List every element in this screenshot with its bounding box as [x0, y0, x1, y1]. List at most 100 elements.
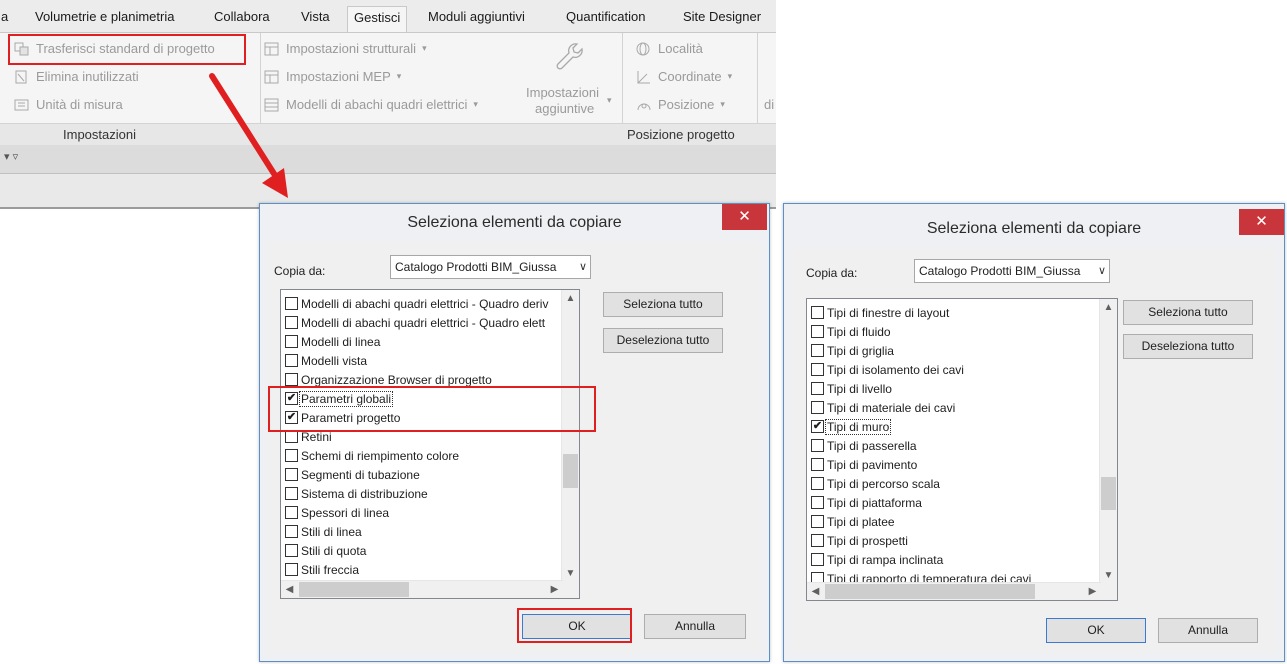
scroll-up-icon[interactable]: ▲	[1100, 299, 1117, 316]
list-item[interactable]: Tipi di passerella	[807, 436, 1032, 455]
list-item[interactable]: Schemi di riempimento colore	[281, 446, 549, 465]
tab-gestisci[interactable]: Gestisci	[347, 6, 408, 32]
scrollbar-thumb[interactable]	[825, 584, 1035, 599]
item-checkbox[interactable]	[811, 344, 824, 357]
project-units-button[interactable]: Unità di misura	[14, 97, 123, 112]
item-label: Tipi di platee	[827, 514, 895, 529]
tab-site-designer[interactable]: Site Designer	[683, 9, 761, 24]
list-item[interactable]: Tipi di isolamento dei cavi	[807, 360, 1032, 379]
list-item[interactable]: Tipi di platee	[807, 512, 1032, 531]
list-item[interactable]: Modelli di abachi quadri elettrici - Qua…	[281, 294, 549, 313]
ok-button[interactable]: OK	[1046, 618, 1146, 643]
list-item[interactable]: Stili di linea	[281, 522, 549, 541]
tab-collabora[interactable]: Collabora	[214, 9, 270, 24]
item-checkbox[interactable]	[285, 544, 298, 557]
purge-unused-button[interactable]: Elimina inutilizzati	[14, 69, 139, 84]
list-item[interactable]: Spessori di linea	[281, 503, 549, 522]
scrollbar-thumb[interactable]	[1101, 477, 1116, 510]
item-checkbox[interactable]	[811, 439, 824, 452]
item-checkbox[interactable]	[285, 316, 298, 329]
list-item[interactable]: Tipi di rampa inclinata	[807, 550, 1032, 569]
item-checkbox[interactable]	[285, 449, 298, 462]
items-listbox[interactable]: Tipi di finestre di layout Tipi di fluido…	[806, 298, 1118, 601]
location-button[interactable]: Località	[636, 41, 703, 56]
panel-schedule-templates-button[interactable]: Modelli di abachi quadri elettrici ▾	[264, 97, 478, 112]
scroll-down-icon[interactable]: ▼	[1100, 567, 1117, 584]
cancel-button[interactable]: Annulla	[644, 614, 746, 639]
item-checkbox[interactable]	[285, 506, 298, 519]
list-item[interactable]: Tipi di materiale dei cavi	[807, 398, 1032, 417]
structural-settings-button[interactable]: Impostazioni strutturali ▾	[264, 41, 427, 56]
item-checkbox[interactable]	[811, 477, 824, 490]
cancel-button[interactable]: Annulla	[1158, 618, 1258, 643]
list-item[interactable]: Tipi di finestre di layout	[807, 303, 1032, 322]
item-checkbox[interactable]	[285, 487, 298, 500]
item-checkbox[interactable]	[285, 468, 298, 481]
tab-quantification[interactable]: Quantification	[566, 9, 646, 24]
list-item[interactable]: Tipi di fluido	[807, 322, 1032, 341]
item-checkbox-checked[interactable]: ✔	[811, 420, 824, 433]
list-item[interactable]: Tipi di griglia	[807, 341, 1032, 360]
list-item[interactable]: Tipi di livello	[807, 379, 1032, 398]
list-item[interactable]: Modelli di abachi quadri elettrici - Qua…	[281, 313, 549, 332]
scroll-up-icon[interactable]: ▲	[562, 290, 579, 307]
item-checkbox[interactable]	[285, 563, 298, 576]
vertical-scrollbar[interactable]: ▲ ▼	[1099, 299, 1117, 584]
tab-volumetrie[interactable]: Volumetrie e planimetria	[35, 9, 174, 24]
list-item[interactable]: Tipi di pavimento	[807, 455, 1032, 474]
item-checkbox[interactable]	[811, 382, 824, 395]
position-button[interactable]: Posizione ▾	[636, 97, 725, 112]
tab-vista[interactable]: Vista	[301, 9, 330, 24]
list-item[interactable]: Tipi di percorso scala	[807, 474, 1032, 493]
list-item[interactable]: ✔ Tipi di muro	[807, 417, 1032, 436]
deselect-all-button[interactable]: Deseleziona tutto	[1123, 334, 1253, 359]
deselect-all-button[interactable]: Deseleziona tutto	[603, 328, 723, 353]
horizontal-scrollbar[interactable]: ◀ ▶	[281, 580, 563, 598]
mep-settings-label: Impostazioni MEP	[286, 69, 391, 84]
item-checkbox[interactable]	[811, 325, 824, 338]
list-item[interactable]: Tipi di prospetti	[807, 531, 1032, 550]
scroll-left-icon[interactable]: ◀	[281, 581, 298, 598]
list-item[interactable]: Modelli di linea	[281, 332, 549, 351]
tab-moduli-aggiuntivi[interactable]: Moduli aggiuntivi	[428, 9, 525, 24]
item-checkbox[interactable]	[285, 335, 298, 348]
list-item[interactable]: Stili freccia	[281, 560, 549, 579]
list-item[interactable]: Modelli vista	[281, 351, 549, 370]
list-item[interactable]: Segmenti di tubazione	[281, 465, 549, 484]
tab-partial[interactable]: a	[1, 9, 8, 24]
scroll-down-icon[interactable]: ▼	[562, 565, 579, 582]
additional-settings-button[interactable]: Impostazioni aggiuntive ▾	[523, 37, 615, 121]
close-button[interactable]: ✕	[1239, 209, 1284, 235]
qat-dropdown-icon[interactable]: ▾ ▿	[4, 150, 18, 163]
scroll-right-icon[interactable]: ▶	[546, 581, 563, 598]
item-checkbox[interactable]	[285, 373, 298, 386]
mep-settings-button[interactable]: Impostazioni MEP ▾	[264, 69, 401, 84]
scrollbar-thumb[interactable]	[299, 582, 409, 597]
vertical-scrollbar[interactable]: ▲ ▼	[561, 290, 579, 582]
horizontal-scrollbar[interactable]: ◀ ▶	[807, 582, 1101, 600]
scroll-left-icon[interactable]: ◀	[807, 583, 824, 600]
item-checkbox[interactable]	[811, 553, 824, 566]
item-checkbox[interactable]	[811, 515, 824, 528]
copy-from-combo[interactable]: Catalogo Prodotti BIM_Giussa ∨	[914, 259, 1110, 283]
item-checkbox[interactable]	[285, 297, 298, 310]
item-checkbox[interactable]	[811, 306, 824, 319]
item-checkbox[interactable]	[811, 458, 824, 471]
close-button[interactable]: ✕	[722, 204, 767, 230]
copy-from-combo[interactable]: Catalogo Prodotti BIM_Giussa ∨	[390, 255, 591, 279]
select-all-button[interactable]: Seleziona tutto	[603, 292, 723, 317]
list-item[interactable]: Tipi di piattaforma	[807, 493, 1032, 512]
scroll-right-icon[interactable]: ▶	[1084, 583, 1101, 600]
item-checkbox[interactable]	[811, 363, 824, 376]
list-item[interactable]: Sistema di distribuzione	[281, 484, 549, 503]
item-checkbox[interactable]	[811, 401, 824, 414]
item-checkbox[interactable]	[285, 525, 298, 538]
list-item[interactable]: Stili di quota	[281, 541, 549, 560]
select-all-button[interactable]: Seleziona tutto	[1123, 300, 1253, 325]
item-checkbox[interactable]	[811, 534, 824, 547]
coordinates-button[interactable]: Coordinate ▾	[636, 69, 732, 84]
scrollbar-thumb[interactable]	[563, 454, 578, 488]
item-checkbox[interactable]	[811, 496, 824, 509]
items-listbox[interactable]: Modelli di abachi quadri elettrici - Qua…	[280, 289, 580, 599]
item-checkbox[interactable]	[285, 354, 298, 367]
